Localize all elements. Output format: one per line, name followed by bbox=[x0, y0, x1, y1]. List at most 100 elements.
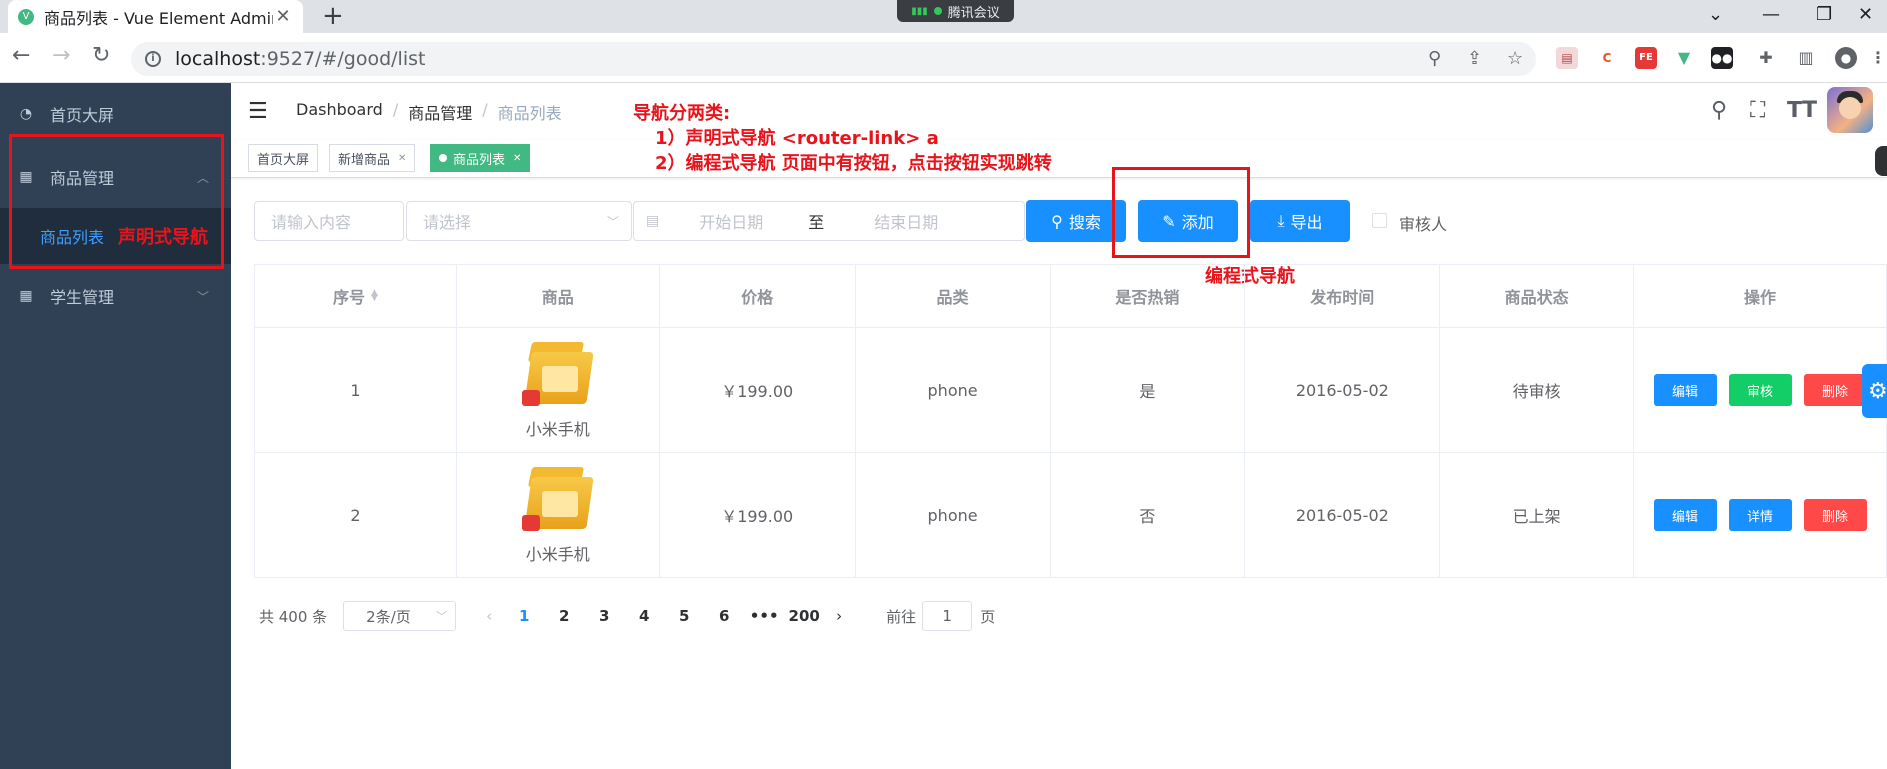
close-window-button[interactable]: ✕ bbox=[1858, 4, 1873, 25]
export-button[interactable]: ⤓ 导出 bbox=[1250, 200, 1350, 242]
page-4[interactable]: 4 bbox=[624, 607, 664, 625]
reload-icon[interactable]: ↻ bbox=[92, 43, 110, 69]
close-icon[interactable]: ✕ bbox=[513, 153, 521, 164]
breadcrumb: Dashboard / 商品管理 / 商品列表 bbox=[296, 100, 562, 124]
grid-icon: ▦ bbox=[19, 288, 33, 304]
pagination: 共 400 条 2条/页 ﹀ ‹ 1 2 3 4 5 6 ••• 200 › 前… bbox=[259, 601, 995, 631]
avatar[interactable] bbox=[1827, 87, 1873, 133]
extension-tampermonkey-icon[interactable]: ●● bbox=[1711, 47, 1733, 69]
forward-icon[interactable]: → bbox=[52, 43, 70, 69]
bookmark-star-icon[interactable]: ☆ bbox=[1507, 48, 1523, 69]
detail-button[interactable]: 详情 bbox=[1728, 499, 1792, 531]
extension-csdn-icon[interactable]: C bbox=[1596, 47, 1618, 69]
extension-notes-icon[interactable]: ▤ bbox=[1556, 47, 1578, 69]
tag-label: 新增商品 bbox=[338, 152, 391, 168]
cell-actions: 编辑 审核 删除 bbox=[1634, 328, 1887, 453]
tag-dashboard[interactable]: 首页大屏 bbox=[248, 144, 319, 172]
restore-button[interactable]: ❐ bbox=[1816, 4, 1832, 25]
search-icon[interactable]: ⚲ bbox=[1711, 98, 1727, 123]
breadcrumb-goods-management[interactable]: 商品管理 bbox=[408, 100, 472, 124]
breadcrumb-current: 商品列表 bbox=[497, 104, 562, 123]
minimize-button[interactable]: — bbox=[1762, 4, 1780, 25]
reviewer-label: 审核人 bbox=[1399, 215, 1448, 234]
close-icon[interactable]: ✕ bbox=[398, 153, 406, 164]
extension-vue-devtools-icon[interactable]: ▼ bbox=[1673, 47, 1695, 69]
review-button[interactable]: 审核 bbox=[1728, 374, 1792, 406]
range-separator: 至 bbox=[808, 213, 825, 232]
fullscreen-icon[interactable]: ⛶ bbox=[1750, 98, 1765, 123]
cell-hot: 否 bbox=[1050, 453, 1246, 578]
column-header-actions: 操作 bbox=[1634, 265, 1887, 328]
download-icon: ⤓ bbox=[1277, 211, 1285, 230]
tab-search-icon[interactable]: ⌄ bbox=[1708, 4, 1723, 25]
product-image bbox=[521, 465, 594, 533]
profile-icon[interactable]: ● bbox=[1835, 47, 1857, 69]
back-icon[interactable]: ← bbox=[12, 43, 30, 69]
page-2[interactable]: 2 bbox=[544, 607, 584, 625]
scroll-handle[interactable] bbox=[1875, 146, 1887, 176]
delete-button[interactable]: 删除 bbox=[1803, 499, 1867, 531]
tag-goods-list[interactable]: 商品列表 ✕ bbox=[430, 144, 531, 172]
annotation-title: 导航分两类: bbox=[633, 103, 731, 124]
chevron-down-icon: ﹀ bbox=[196, 289, 209, 304]
text-size-icon[interactable]: ꓔT bbox=[1787, 98, 1817, 123]
edit-button[interactable]: 编辑 bbox=[1653, 499, 1717, 531]
breadcrumb-dashboard[interactable]: Dashboard bbox=[296, 100, 383, 124]
page-3[interactable]: 3 bbox=[584, 607, 624, 625]
cell-status: 待审核 bbox=[1440, 328, 1635, 453]
meeting-indicator[interactable]: ▮▮▮ 腾讯会议 bbox=[897, 0, 1014, 22]
tag-add-goods[interactable]: 新增商品 ✕ bbox=[329, 144, 416, 172]
keyword-input[interactable]: 请输入内容 bbox=[254, 201, 404, 241]
close-tab-icon[interactable]: ✕ bbox=[273, 6, 293, 27]
next-page-icon[interactable]: › bbox=[824, 607, 854, 625]
extension-fe-icon[interactable]: FE bbox=[1635, 47, 1657, 69]
cell-date: 2016-05-02 bbox=[1245, 328, 1441, 453]
browser-tab[interactable]: V 商品列表 - Vue Element Admin ✕ bbox=[8, 0, 303, 33]
sidebar-item-goods[interactable] bbox=[0, 83, 231, 139]
page-5[interactable]: 5 bbox=[664, 607, 704, 625]
cell-hot: 是 bbox=[1050, 328, 1246, 453]
cell-product: 小米手机 bbox=[456, 453, 660, 578]
date-range-picker[interactable]: ▤ 开始日期 至 结束日期 bbox=[633, 201, 1025, 241]
calendar-icon: ▤ bbox=[646, 213, 660, 229]
prev-page-icon[interactable]: ‹ bbox=[474, 607, 504, 625]
page-200[interactable]: 200 bbox=[784, 607, 824, 625]
page-6[interactable]: 6 bbox=[704, 607, 744, 625]
table-row: 1 小米手机 ￥199.00 phone 是 2016-05-02 待审核 编辑… bbox=[255, 328, 1887, 453]
cell-price: ￥199.00 bbox=[659, 328, 856, 453]
category-select[interactable]: 请选择 ﹀ bbox=[406, 201, 632, 241]
cell-product: 小米手机 bbox=[456, 328, 660, 453]
settings-gear-icon[interactable]: ⚙ bbox=[1862, 364, 1887, 418]
annotation-box-declarative bbox=[9, 134, 224, 269]
page-size-select[interactable]: 2条/页 ﹀ bbox=[343, 601, 457, 631]
goto-suffix: 页 bbox=[980, 607, 996, 626]
reviewer-checkbox[interactable] bbox=[1372, 213, 1387, 228]
site-info-icon[interactable]: i bbox=[145, 51, 161, 67]
cell-index: 2 bbox=[255, 453, 457, 578]
edit-button[interactable]: 编辑 bbox=[1653, 374, 1717, 406]
cell-actions: 编辑 详情 删除 bbox=[1634, 453, 1887, 578]
start-date-placeholder: 开始日期 bbox=[699, 213, 764, 232]
meeting-label: 腾讯会议 bbox=[947, 5, 1000, 21]
page-ellipsis[interactable]: ••• bbox=[744, 607, 784, 625]
column-header-hot: 是否热销 bbox=[1050, 265, 1246, 328]
cell-status: 已上架 bbox=[1440, 453, 1635, 578]
search-button[interactable]: ⚲ 搜索 bbox=[1026, 200, 1126, 242]
zoom-icon[interactable]: ⚲ bbox=[1428, 48, 1441, 69]
address-bar[interactable]: i localhost:9527/#/good/list bbox=[131, 42, 1536, 76]
page-1[interactable]: 1 bbox=[504, 607, 544, 625]
column-header-index[interactable]: 序号 ▲ ▼ bbox=[255, 265, 457, 328]
side-panel-icon[interactable]: ▥ bbox=[1795, 47, 1817, 69]
hamburger-icon[interactable]: ☰ bbox=[248, 99, 268, 124]
delete-button[interactable]: 删除 bbox=[1803, 374, 1867, 406]
signal-icon: ▮▮▮ bbox=[911, 5, 928, 17]
sidebar-item-label: 学生管理 bbox=[50, 288, 115, 307]
cell-category: phone bbox=[855, 328, 1051, 453]
browser-menu-icon[interactable]: ⋮ bbox=[1867, 47, 1887, 69]
extensions-puzzle-icon[interactable]: ✚ bbox=[1755, 47, 1777, 69]
sidebar-item-students[interactable]: ▦ 学生管理 ﹀ bbox=[0, 268, 231, 324]
goto-page-input[interactable]: 1 bbox=[922, 601, 973, 631]
browser-tab-title: 商品列表 - Vue Element Admin bbox=[44, 8, 273, 28]
new-tab-button[interactable]: + bbox=[322, 2, 344, 30]
share-icon[interactable]: ⇪ bbox=[1467, 48, 1482, 69]
